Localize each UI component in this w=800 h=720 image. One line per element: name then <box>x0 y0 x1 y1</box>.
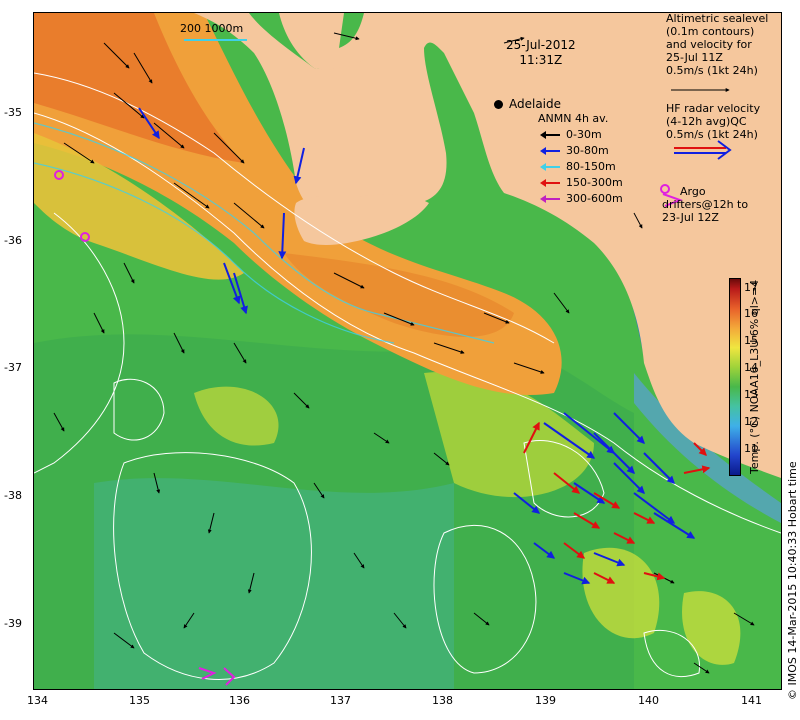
anmn-bin-label: 30-80m <box>566 144 609 157</box>
city-dot-icon <box>494 99 503 109</box>
legend-line: Altimetric sealevel <box>666 12 769 25</box>
argo-legend: Argo drifters@12h to 23-Jul 12Z <box>662 185 748 224</box>
y-tick-label: -36 <box>4 234 22 247</box>
x-tick-label: 138 <box>432 694 453 707</box>
legend-line: (0.1m contours) <box>666 25 755 38</box>
cyan-arrow-icon <box>540 163 560 171</box>
legend-line: (4-12h avg)QC <box>666 115 747 128</box>
anmn-legend: ANMN 4h av. 0-30m 30-80m 80-150m 150-300… <box>538 111 623 207</box>
anmn-bin-label: 80-150m <box>566 160 616 173</box>
hf-radar-legend: HF radar velocity (4-12h avg)QC 0.5m/s (… <box>666 102 760 141</box>
anmn-bin: 80-150m <box>538 159 623 175</box>
map-time: 11:31Z <box>519 53 563 67</box>
x-tick-label: 141 <box>741 694 762 707</box>
depth-scale-label: 200 1000m <box>180 22 244 35</box>
anmn-bin-label: 300-600m <box>566 192 623 205</box>
anmn-bin-label: 150-300m <box>566 176 623 189</box>
city-label: Adelaide <box>509 97 562 111</box>
legend-line: HF radar velocity <box>666 102 761 115</box>
legend-line: 23-Jul 12Z <box>662 211 719 224</box>
legend-line: 0.5m/s (1kt 24h) <box>666 128 758 141</box>
anmn-bin: 0-30m <box>538 127 623 143</box>
y-tick-label: -39 <box>4 617 22 630</box>
sealevel-legend: Altimetric sealevel (0.1m contours) and … <box>666 12 768 77</box>
legend-line: 0.5m/s (1kt 24h) <box>666 64 758 77</box>
legend-line: drifters@12h to <box>662 198 749 211</box>
anmn-title: ANMN 4h av. <box>538 112 609 125</box>
temperature-colorbar <box>729 278 741 476</box>
x-tick-label: 135 <box>129 694 150 707</box>
y-tick-label: -38 <box>4 489 22 502</box>
legend-line: Argo <box>680 185 706 198</box>
date-time-block: 25-Jul-2012 11:31Z <box>506 38 576 68</box>
map-date: 25-Jul-2012 <box>506 38 576 52</box>
anmn-bin: 300-600m <box>538 191 623 207</box>
red-arrow-icon <box>540 179 560 187</box>
y-tick-label: -35 <box>4 106 22 119</box>
anmn-bin: 150-300m <box>538 175 623 191</box>
legend-line: and velocity for <box>666 38 752 51</box>
x-tick-label: 136 <box>229 694 250 707</box>
x-tick-label: 134 <box>27 694 48 707</box>
x-tick-label: 137 <box>330 694 351 707</box>
city-marker: Adelaide <box>494 97 561 111</box>
anmn-bin: 30-80m <box>538 143 623 159</box>
y-tick-label: -37 <box>4 361 22 374</box>
credit-text: © IMOS 14-Mar-2015 10:40:33 Hobart time <box>786 461 799 700</box>
legend-line: 25-Jul 11Z <box>666 51 723 64</box>
magenta-arrow-icon <box>540 195 560 203</box>
colorbar-title: Temp. (°C) NOAA16_L3U 6% ql>=4 <box>748 279 761 474</box>
anmn-bin-label: 0-30m <box>566 128 602 141</box>
blue-arrow-icon <box>540 147 560 155</box>
x-tick-label: 140 <box>638 694 659 707</box>
black-arrow-icon <box>540 131 560 139</box>
x-tick-label: 139 <box>535 694 556 707</box>
